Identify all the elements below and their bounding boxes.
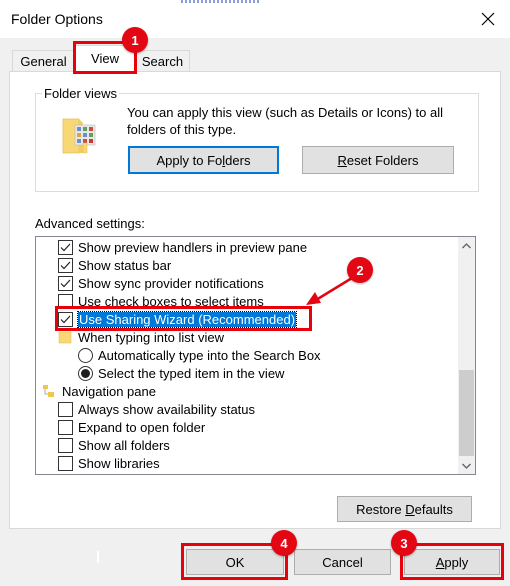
annotation-badge-3: 3 xyxy=(391,530,417,556)
scroll-down-button[interactable] xyxy=(458,457,475,474)
button-label: ders xyxy=(225,152,251,168)
checkmark-icon xyxy=(60,315,71,323)
settings-item[interactable]: Select the typed item in the view xyxy=(78,364,284,382)
apply-button[interactable]: Apply xyxy=(404,549,500,575)
advanced-settings-label: Advanced settings: xyxy=(35,216,145,231)
settings-item-label: Expand to open folder xyxy=(78,419,206,435)
tab-label: View xyxy=(91,51,119,66)
restore-defaults-button[interactable]: Restore Defaults xyxy=(337,496,472,522)
chevron-down-icon xyxy=(462,463,471,469)
radio-button[interactable] xyxy=(78,347,93,363)
close-icon xyxy=(481,12,495,26)
settings-item-label: Navigation pane xyxy=(62,383,156,399)
navigation-pane-icon xyxy=(42,384,56,398)
button-label: Restore xyxy=(356,501,406,517)
settings-item[interactable]: Show preview handlers in preview pane xyxy=(58,238,307,256)
button-label: eset Folders xyxy=(346,152,419,168)
button-label: Cancel xyxy=(322,554,363,570)
settings-item-label: Show sync provider notifications xyxy=(78,275,264,291)
settings-item[interactable]: Show sync provider notifications xyxy=(58,274,264,292)
tab-general[interactable]: General xyxy=(12,50,75,72)
settings-item-label: When typing into list view xyxy=(78,329,224,345)
checkbox[interactable] xyxy=(58,275,73,291)
checkmark-icon xyxy=(60,279,71,287)
settings-group-header: Navigation pane xyxy=(42,382,156,400)
advanced-settings-list[interactable]: Show preview handlers in preview pane Sho… xyxy=(35,236,476,475)
button-accelerator: A xyxy=(435,554,445,570)
annotation-badge-1: 1 xyxy=(122,27,148,53)
tab-search[interactable]: Search xyxy=(135,50,190,72)
chevron-up-icon xyxy=(462,242,471,248)
radio-dot xyxy=(81,368,90,378)
settings-item-label: Select the typed item in the view xyxy=(98,365,285,381)
settings-item[interactable]: Use check boxes to select items xyxy=(58,292,264,310)
vertical-scrollbar[interactable] xyxy=(458,237,475,474)
annotation-badge-4: 4 xyxy=(271,530,297,556)
settings-item[interactable]: Automatically type into the Search Box xyxy=(78,346,321,364)
checkmark-icon xyxy=(60,243,71,251)
cancel-button[interactable]: Cancel xyxy=(294,549,391,575)
button-label: pply xyxy=(444,554,469,570)
settings-item[interactable]: Always show availability status xyxy=(58,400,255,418)
settings-item[interactable]: Show status bar xyxy=(58,256,171,274)
scroll-thumb[interactable] xyxy=(459,370,474,456)
settings-item[interactable]: Show all folders xyxy=(58,436,170,454)
settings-item-label: Automatically type into the Search Box xyxy=(98,347,321,363)
checkmark-icon xyxy=(60,261,71,269)
apply-to-folders-button[interactable]: Apply to Fo l ders xyxy=(128,146,279,174)
settings-item[interactable]: Use Sharing Wizard (Recommended) xyxy=(58,310,298,328)
folder-grid-icon xyxy=(61,117,97,158)
settings-group-header: When typing into list view xyxy=(58,328,224,346)
scroll-up-button[interactable] xyxy=(458,237,475,254)
settings-item-label: Use check boxes to select items xyxy=(78,293,264,309)
tab-label: Search xyxy=(141,54,184,69)
separator-mark xyxy=(97,551,99,563)
checkbox[interactable] xyxy=(58,419,73,435)
checkbox[interactable] xyxy=(58,293,73,309)
checkbox[interactable] xyxy=(58,239,73,255)
radio-button[interactable] xyxy=(78,365,93,381)
tab-label: General xyxy=(20,54,67,69)
settings-item-label: Use Sharing Wizard (Recommended) xyxy=(76,310,298,328)
checkbox[interactable] xyxy=(58,437,73,453)
button-accelerator: D xyxy=(405,501,415,517)
folder-views-description: You can apply this view (such as Details… xyxy=(127,105,444,137)
settings-item-label: Show libraries xyxy=(78,455,160,471)
background-window-strip xyxy=(181,0,261,3)
ok-button[interactable]: OK xyxy=(186,549,284,575)
settings-item[interactable]: Expand to open folder xyxy=(58,418,205,436)
folder-icon xyxy=(58,330,72,344)
folder-views-legend: Folder views xyxy=(42,86,119,101)
settings-item[interactable]: Show libraries xyxy=(58,454,160,472)
checkbox[interactable] xyxy=(58,455,73,471)
checkbox[interactable] xyxy=(58,257,73,273)
settings-item-label: Always show availability status xyxy=(78,401,256,417)
window-title: Folder Options xyxy=(11,11,103,27)
settings-item-label: Show preview handlers in preview pane xyxy=(78,239,308,255)
button-label: efaults xyxy=(414,501,453,517)
reset-folders-button[interactable]: Reset Folders xyxy=(302,146,454,174)
settings-item-label: Show status bar xyxy=(78,257,172,273)
settings-item-label: Show all folders xyxy=(78,437,170,453)
button-label: OK xyxy=(225,554,245,570)
checkbox[interactable] xyxy=(58,401,73,417)
checkbox[interactable] xyxy=(58,311,73,327)
button-label: Apply to Fo xyxy=(156,152,223,168)
close-button[interactable] xyxy=(474,6,502,32)
button-accelerator: R xyxy=(337,152,347,168)
annotation-badge-2: 2 xyxy=(347,257,373,283)
